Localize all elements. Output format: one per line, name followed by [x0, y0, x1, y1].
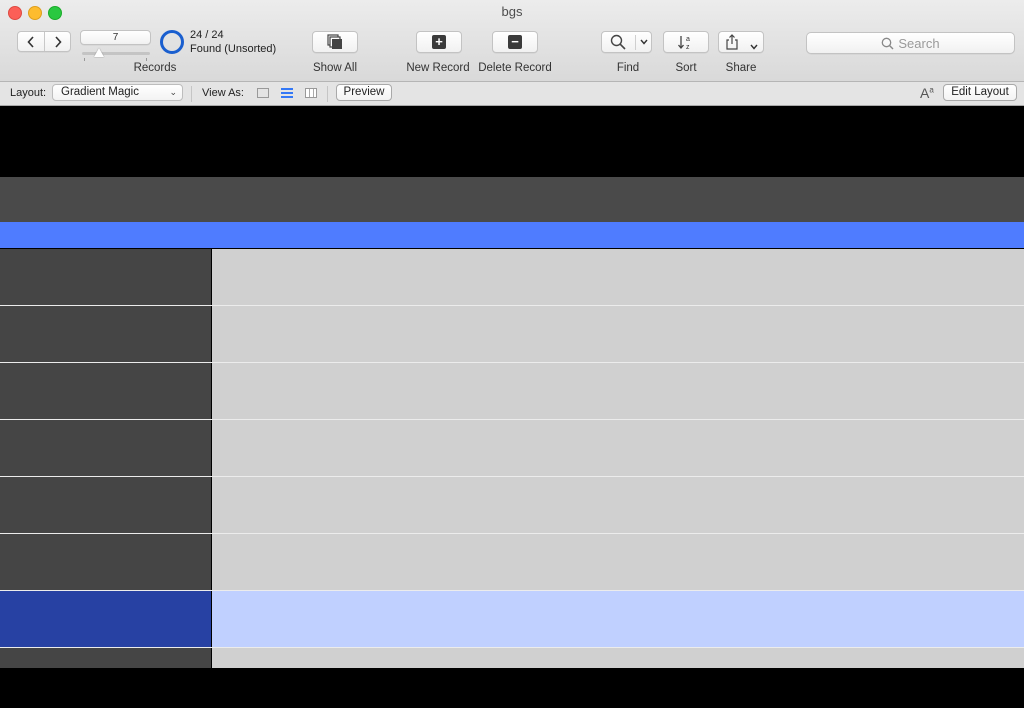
layout-label: Layout: — [10, 87, 47, 99]
record-left-cell — [0, 363, 211, 419]
find-label: Find — [616, 62, 640, 74]
previous-record-button[interactable] — [18, 32, 45, 51]
record-left-cell — [0, 420, 211, 476]
record-right-cell — [212, 363, 1024, 419]
layout-content — [0, 106, 1024, 708]
window-title: bgs — [501, 4, 523, 19]
divider — [191, 86, 192, 102]
layout-select-value: Gradient Magic — [61, 86, 139, 98]
layout-bar: Layout: Gradient Magic ⌄ View As: Previe… — [0, 82, 1024, 106]
table-view-icon[interactable] — [305, 88, 317, 98]
toolbar: bgs 7 Records 24 / 24 Found (Unsorted) S… — [0, 0, 1024, 82]
new-record-button[interactable]: + — [416, 31, 462, 53]
record-left-cell — [0, 249, 211, 305]
record-right-cell — [212, 249, 1024, 305]
chevron-down-icon — [750, 37, 758, 55]
record-row[interactable] — [0, 648, 1024, 668]
font-size-icon[interactable]: Aa — [920, 85, 934, 101]
search-input[interactable]: Search — [806, 32, 1015, 54]
sort-label: Sort — [675, 62, 697, 74]
record-row[interactable] — [0, 420, 1024, 476]
stack-icon — [327, 34, 342, 49]
records-label: Records — [133, 62, 177, 74]
record-right-cell — [212, 648, 1024, 668]
record-nav-group — [17, 31, 71, 52]
chevron-down-icon — [640, 39, 648, 45]
record-row[interactable] — [0, 363, 1024, 419]
record-row[interactable] — [0, 591, 1024, 647]
found-set-pie-icon[interactable] — [160, 30, 184, 54]
record-row[interactable] — [0, 306, 1024, 362]
share-icon — [725, 34, 739, 55]
record-right-cell — [212, 477, 1024, 533]
form-view-icon[interactable] — [257, 88, 269, 98]
search-placeholder: Search — [898, 35, 940, 51]
found-count: 24 / 24 — [190, 29, 224, 41]
record-right-cell — [212, 591, 1024, 647]
show-all-label: Show All — [312, 62, 358, 74]
record-left-cell — [0, 477, 211, 533]
list-view-icon[interactable] — [281, 88, 293, 98]
share-label: Share — [725, 62, 757, 74]
record-right-cell — [212, 420, 1024, 476]
header-blue-band — [0, 222, 1024, 248]
magnifier-icon — [610, 34, 626, 50]
svg-text:a: a — [686, 36, 690, 43]
next-record-button[interactable] — [45, 32, 71, 51]
chevron-left-icon — [27, 35, 34, 48]
delete-record-button[interactable]: − — [492, 31, 538, 53]
record-row[interactable] — [0, 249, 1024, 305]
header-part — [0, 106, 1024, 177]
divider — [327, 86, 328, 102]
record-row[interactable] — [0, 477, 1024, 533]
sort-button[interactable]: a z — [663, 31, 709, 53]
new-record-label: New Record — [406, 62, 470, 74]
preview-button[interactable]: Preview — [336, 84, 392, 101]
find-button[interactable] — [601, 31, 652, 53]
find-menu-button[interactable] — [636, 32, 652, 52]
header-gray-band — [0, 177, 1024, 222]
find-main-button[interactable] — [602, 32, 634, 52]
layout-select[interactable]: Gradient Magic ⌄ — [52, 84, 183, 101]
edit-layout-button[interactable]: Edit Layout — [943, 84, 1017, 101]
svg-text:z: z — [686, 44, 690, 50]
plus-square-icon: + — [432, 35, 446, 49]
sort-az-icon: a z — [678, 36, 690, 50]
record-slider[interactable] — [82, 52, 150, 55]
record-list — [0, 249, 1024, 668]
chevron-right-icon — [55, 35, 62, 48]
record-left-cell — [0, 306, 211, 362]
app-window: bgs 7 Records 24 / 24 Found (Unsorted) S… — [0, 0, 1024, 708]
record-right-cell — [212, 306, 1024, 362]
delete-record-label: Delete Record — [478, 62, 552, 74]
view-as-label: View As: — [202, 87, 244, 99]
record-left-cell — [0, 648, 211, 668]
record-left-cell — [0, 534, 211, 590]
chevron-down-icon: ⌄ — [169, 87, 177, 97]
slider-tick — [84, 58, 85, 61]
minus-square-icon: − — [508, 35, 522, 49]
search-icon — [882, 37, 894, 49]
record-right-cell — [212, 534, 1024, 590]
footer-part — [0, 668, 1024, 708]
record-slider-thumb[interactable] — [94, 48, 104, 57]
record-left-cell — [0, 591, 211, 647]
slider-tick — [146, 58, 147, 61]
share-button[interactable] — [718, 31, 764, 53]
show-all-button[interactable] — [312, 31, 358, 53]
record-row[interactable] — [0, 534, 1024, 590]
found-state: Found (Unsorted) — [190, 43, 277, 55]
current-record-field[interactable]: 7 — [80, 30, 151, 45]
